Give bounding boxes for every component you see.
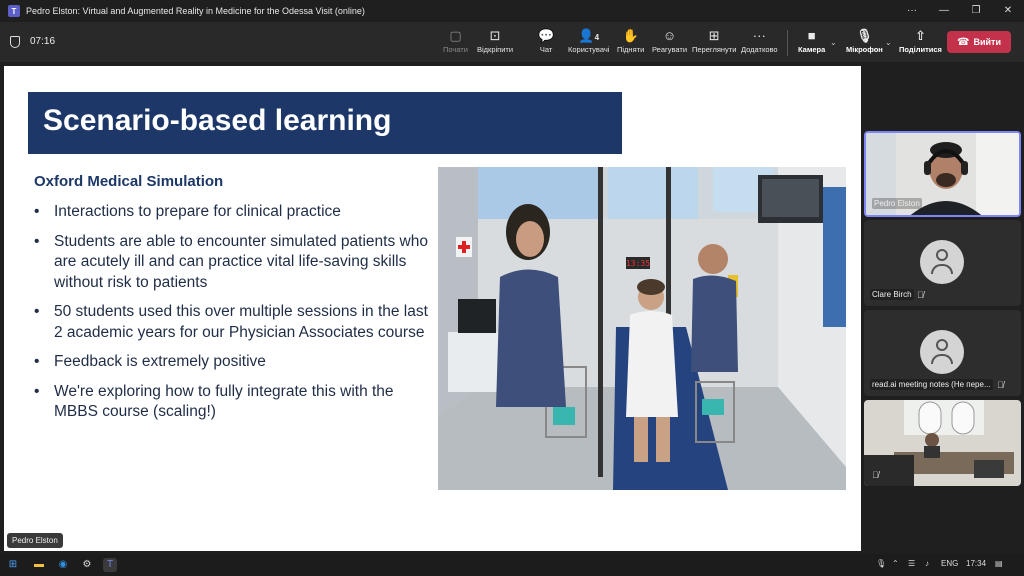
window-controls: ··· — ❐ ✕ bbox=[896, 0, 1024, 22]
shield-icon bbox=[10, 36, 20, 48]
mic-options-chevron-down-icon[interactable]: ⌄ bbox=[885, 38, 892, 47]
simulation-scene-image: 13:35 bbox=[438, 167, 846, 490]
people-button[interactable]: 👤4 Користувачі bbox=[568, 27, 609, 54]
slide-bullet-list: Interactions to prepare for clinical pra… bbox=[34, 202, 434, 432]
presenter-name-tag: Pedro Elston bbox=[7, 533, 63, 548]
settings-gear-icon[interactable]: ⚙ bbox=[80, 558, 94, 572]
browser-icon[interactable]: ◉ bbox=[56, 558, 70, 572]
bullet-item: We're exploring how to fully integrate t… bbox=[34, 382, 434, 423]
share-icon: ▢ bbox=[449, 28, 462, 43]
taskbar-clock[interactable]: 17:34 bbox=[966, 559, 986, 568]
restore-button[interactable]: ❐ bbox=[960, 0, 992, 22]
tray-mic-icon[interactable]: 🎙 bbox=[876, 559, 886, 568]
mic-muted-icon: 🎙̸ bbox=[997, 380, 1004, 390]
bullet-item: Feedback is extremely positive bbox=[34, 352, 434, 373]
room-video bbox=[864, 400, 1021, 486]
window-title-bar: T Pedro Elston: Virtual and Augmented Re… bbox=[0, 0, 1024, 22]
camera-icon: ■ bbox=[807, 28, 816, 43]
tray-chevron-up-icon[interactable]: ⌃ bbox=[892, 559, 899, 568]
more-dots-icon: ··· bbox=[752, 28, 766, 43]
toolbar-divider bbox=[787, 30, 788, 56]
mic-muted-icon: 🎙̸ bbox=[872, 470, 879, 480]
participant-name: Pedro Elston bbox=[872, 198, 922, 209]
meeting-toolbar: 07:16 ▢ Почати ⊡ Відкріпити 💬 Чат 👤4 Кор… bbox=[0, 22, 1024, 62]
window-title: Pedro Elston: Virtual and Augmented Real… bbox=[26, 6, 365, 16]
bullet-item: Students are able to encounter simulated… bbox=[34, 232, 434, 294]
unpin-icon: ⊡ bbox=[489, 28, 501, 43]
smiley-icon: ☺ bbox=[662, 28, 677, 43]
close-button[interactable]: ✕ bbox=[992, 0, 1024, 22]
scene-clock: 13:35 bbox=[626, 259, 650, 268]
chat-icon: 💬 bbox=[538, 28, 555, 43]
minimize-button[interactable]: — bbox=[928, 0, 960, 22]
avatar bbox=[920, 330, 964, 374]
bullet-item: 50 students used this over multiple sess… bbox=[34, 302, 434, 343]
raise-hand-button[interactable]: ✋ Підняти bbox=[617, 27, 644, 54]
mic-off-icon: 🎙 bbox=[856, 28, 873, 43]
mic-button[interactable]: 🎙 Мікрофон bbox=[846, 27, 883, 54]
share-button-disabled[interactable]: ▢ Почати bbox=[443, 27, 468, 54]
camera-options-chevron-down-icon[interactable]: ⌄ bbox=[830, 38, 837, 47]
share-screen-button[interactable]: ⇧ Поділитися bbox=[899, 27, 942, 54]
chat-button[interactable]: 💬 Чат bbox=[538, 27, 554, 54]
mic-muted-icon: 🎙̸ bbox=[917, 290, 924, 300]
unpin-button[interactable]: ⊡ Відкріпити bbox=[477, 27, 513, 54]
people-icon: 👤4 bbox=[578, 28, 600, 43]
meeting-timer: 07:16 bbox=[30, 36, 56, 47]
participant-tile[interactable]: Clare Birch 🎙̸ bbox=[864, 220, 1021, 306]
participant-tile-active[interactable]: Pedro Elston bbox=[864, 131, 1021, 217]
view-button[interactable]: ⊞ Переглянути bbox=[692, 27, 736, 54]
participant-name: read.ai meeting notes (Не пере... bbox=[870, 379, 993, 390]
input-language[interactable]: ENG bbox=[941, 559, 958, 568]
slide-title: Scenario-based learning bbox=[43, 104, 392, 137]
leave-button[interactable]: ☎ Вийти bbox=[947, 31, 1011, 53]
more-button[interactable]: ··· Додатково bbox=[741, 27, 778, 54]
participant-tile-room[interactable]: 🎙̸ bbox=[864, 400, 1021, 486]
windows-start-icon[interactable]: ⊞ bbox=[6, 558, 20, 572]
share-screen-icon: ⇧ bbox=[915, 28, 926, 43]
more-options-icon[interactable]: ··· bbox=[896, 0, 928, 22]
teams-taskbar-icon[interactable]: T bbox=[103, 558, 117, 572]
windows-taskbar: ⊞ ▬ ◉ ⚙ T 🎙 ⌃ ☰ ♪ ENG 17:34 ▤ bbox=[0, 554, 1024, 576]
camera-button[interactable]: ■ Камера bbox=[798, 27, 825, 54]
phone-hangup-icon: ☎ bbox=[957, 36, 970, 48]
people-count: 4 bbox=[594, 33, 600, 42]
teams-logo-icon: T bbox=[8, 5, 20, 17]
react-button[interactable]: ☺ Реагувати bbox=[652, 27, 687, 54]
participant-tile[interactable]: read.ai meeting notes (Не пере... 🎙̸ bbox=[864, 310, 1021, 396]
grid-icon: ⊞ bbox=[708, 28, 720, 43]
tray-volume-icon[interactable]: ♪ bbox=[925, 559, 929, 568]
avatar bbox=[920, 240, 964, 284]
tray-notification-icon[interactable]: ▤ bbox=[995, 559, 1003, 568]
bullet-item: Interactions to prepare for clinical pra… bbox=[34, 202, 434, 223]
tray-wifi-icon[interactable]: ☰ bbox=[908, 559, 915, 568]
participant-name: Clare Birch bbox=[870, 289, 914, 300]
hand-icon: ✋ bbox=[622, 28, 639, 43]
slide-subheading: Oxford Medical Simulation bbox=[34, 173, 224, 190]
file-explorer-icon[interactable]: ▬ bbox=[32, 558, 46, 572]
